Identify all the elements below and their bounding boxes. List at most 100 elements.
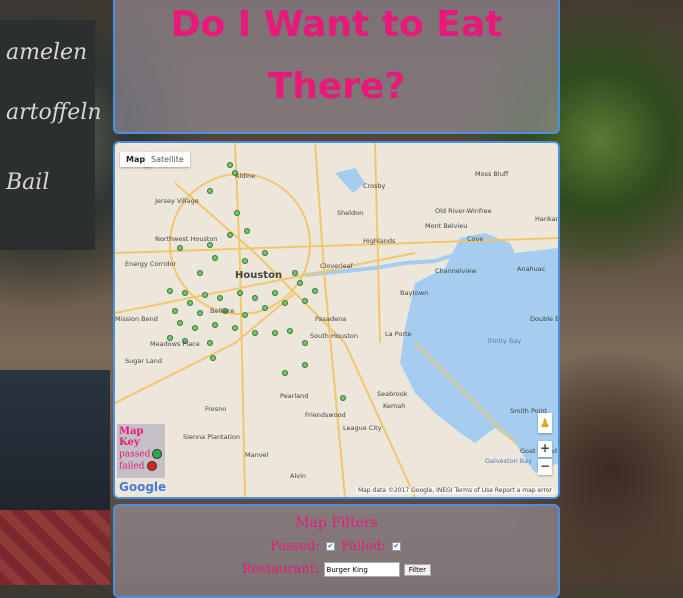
passed-marker[interactable] (177, 245, 184, 252)
passed-marker[interactable] (210, 354, 217, 361)
passed-marker[interactable] (227, 161, 234, 168)
passed-marker[interactable] (291, 270, 298, 277)
map-place-label: Bellaire (210, 307, 234, 315)
passed-marker[interactable] (339, 394, 346, 401)
filters-title: Map Filters (295, 515, 378, 531)
passed-marker[interactable] (172, 307, 179, 314)
map-place-label: Kemah (383, 402, 405, 410)
passed-marker[interactable] (251, 329, 258, 336)
passed-marker[interactable] (207, 188, 214, 195)
passed-marker[interactable] (311, 287, 318, 294)
passed-marker[interactable] (242, 311, 249, 318)
passed-marker[interactable] (234, 210, 241, 217)
google-logo: Google (119, 480, 167, 494)
passed-marker[interactable] (261, 304, 268, 311)
map-place-label: Cloverleaf (320, 262, 354, 270)
passed-marker[interactable] (232, 324, 239, 331)
passed-marker[interactable] (301, 361, 308, 368)
map-attribution[interactable]: Map data ©2017 Google, INEGI Terms of Us… (355, 487, 554, 494)
map-key-failed-label: failed (119, 461, 145, 471)
map-place-label: La Porte (385, 330, 412, 338)
map-place-label: Highlands (363, 237, 396, 245)
map-place-label: Houston (235, 270, 282, 281)
background-cushion (0, 510, 110, 585)
map-place-label: Jersey Village (154, 197, 199, 205)
map-place-label: Northwest Houston (155, 235, 218, 243)
passed-marker[interactable] (286, 327, 293, 334)
passed-marker[interactable] (207, 339, 214, 346)
map-place-label: Crosby (363, 182, 386, 190)
passed-marker[interactable] (301, 297, 308, 304)
passed-marker[interactable] (192, 324, 199, 331)
passed-dot-icon (152, 449, 163, 459)
passed-marker[interactable] (242, 258, 249, 265)
filter-button[interactable]: Filter (403, 563, 432, 576)
passed-marker[interactable] (187, 299, 194, 306)
map-place-label: Sheldon (337, 209, 363, 217)
map-place-label: Friendswood (305, 411, 346, 419)
passed-marker[interactable] (251, 294, 258, 301)
passed-marker[interactable] (167, 287, 174, 294)
passed-marker[interactable] (212, 321, 219, 328)
map-place-label: Moss Bluff (475, 170, 509, 178)
passed-marker[interactable] (261, 250, 268, 257)
map-canvas[interactable]: Aldine Jersey Village Crosby Sheldon Old Riv… (115, 143, 558, 497)
map-place-label: Mission Bend (115, 315, 158, 323)
failed-dot-icon (146, 460, 157, 471)
title-panel: Do I Want to Eat There? (113, 0, 560, 134)
map-place-label: Seabrook (377, 390, 408, 398)
map-place-label: Galveston Bay (485, 457, 532, 465)
map-place-label: Channelview (435, 267, 477, 275)
failed-filter-label: Failed: (341, 539, 386, 554)
map-place-label: Double Bayou (530, 315, 558, 323)
map-place-label: South Houston (310, 332, 358, 340)
passed-marker[interactable] (227, 232, 234, 239)
map-place-label: Meadows Place (150, 340, 200, 348)
map-type-satellite-button[interactable]: Satellite (145, 152, 190, 167)
passed-marker[interactable] (281, 299, 288, 306)
passed-marker[interactable] (271, 289, 278, 296)
map-place-label: Pearland (280, 392, 308, 400)
passed-marker[interactable] (212, 255, 219, 262)
passed-marker[interactable] (202, 291, 209, 298)
background-chalkboard: amelen artoffeln Bail (0, 20, 102, 250)
map-place-label: Hankamer (535, 215, 558, 223)
passed-marker[interactable] (207, 242, 214, 249)
street-view-pegman-icon[interactable]: ♟ (538, 413, 552, 433)
zoom-in-button[interactable]: + (538, 441, 552, 457)
restaurant-input[interactable] (323, 562, 400, 577)
passed-marker[interactable] (197, 309, 204, 316)
restaurant-label: Restaurant: (241, 562, 320, 577)
passed-marker[interactable] (237, 289, 244, 296)
map-panel[interactable]: Aldine Jersey Village Crosby Sheldon Old Riv… (113, 141, 560, 499)
passed-marker[interactable] (301, 339, 308, 346)
passed-marker[interactable] (271, 329, 278, 336)
failed-checkbox[interactable]: ✔ (391, 542, 401, 551)
map-key-title: Map Key (119, 426, 144, 448)
zoom-out-button[interactable]: − (538, 459, 552, 475)
restaurant-filter-row: Restaurant: Filter (115, 562, 558, 577)
map-place-label: Mont Belvieu (425, 222, 467, 230)
passed-checkbox[interactable]: ✔ (325, 542, 335, 551)
filters-panel: Map Filters Passed: ✔ Failed: ✔ Restaura… (113, 504, 560, 598)
map-place-label: Cove (467, 235, 483, 243)
map-place-label: Baytown (400, 289, 428, 297)
map-place-label: Manvel (245, 451, 269, 459)
map-place-label: Alvin (290, 472, 306, 480)
map-place-label: Old River-Winfree (435, 207, 492, 215)
status-filter-row: Passed: ✔ Failed: ✔ (115, 539, 558, 554)
passed-marker[interactable] (296, 279, 303, 286)
map-place-label: Sugar Land (125, 357, 162, 365)
passed-marker[interactable] (281, 369, 288, 376)
map-key: Map Key passed failed (117, 424, 165, 478)
map-place-label: Sienna Plantation (183, 433, 240, 441)
passed-marker[interactable] (177, 319, 184, 326)
passed-marker[interactable] (217, 294, 224, 301)
passed-marker[interactable] (182, 289, 189, 296)
page-title-line-2: There? (267, 66, 406, 107)
passed-marker[interactable] (197, 270, 204, 277)
map-place-label: Anahuac (517, 265, 546, 273)
passed-marker[interactable] (243, 228, 250, 235)
map-key-passed-label: passed (119, 449, 151, 460)
map-place-label: League City (343, 424, 382, 432)
